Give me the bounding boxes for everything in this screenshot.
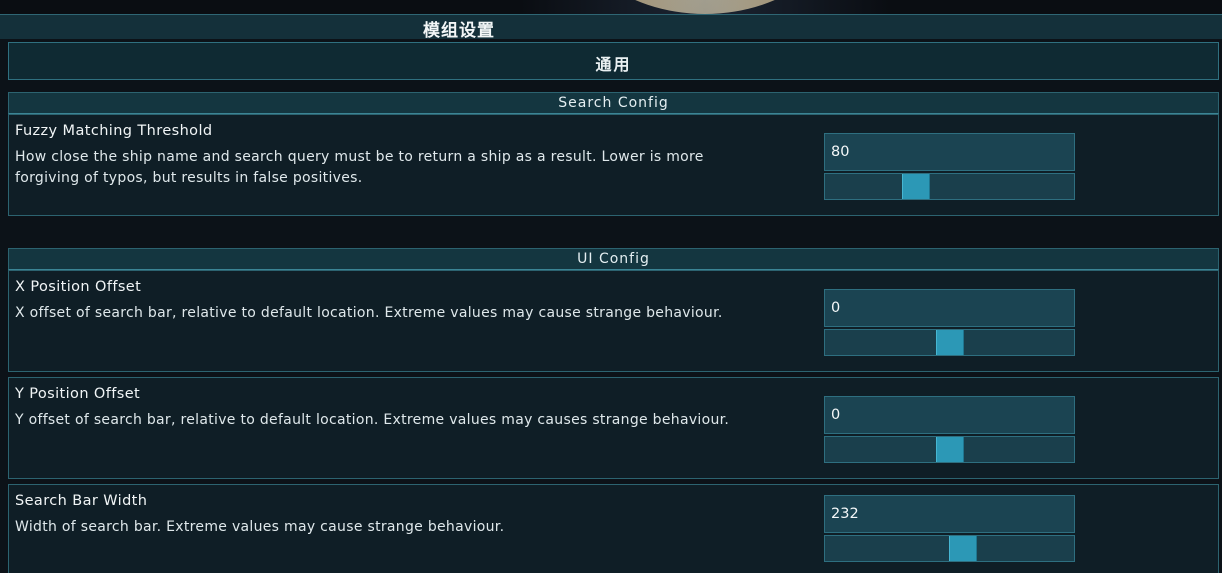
tab-general-label: 通用 — [595, 55, 632, 74]
slider-thumb[interactable] — [902, 174, 930, 199]
setting-title: Search Bar Width — [15, 493, 148, 509]
section-header-ui-config: UI Config — [8, 248, 1219, 270]
x-offset-input[interactable]: 0 — [824, 289, 1075, 327]
setting-y-position-offset: Y Position Offset Y offset of search bar… — [8, 377, 1219, 479]
y-offset-slider[interactable] — [824, 436, 1075, 463]
x-offset-slider[interactable] — [824, 329, 1075, 356]
fuzzy-threshold-slider[interactable] — [824, 173, 1075, 200]
setting-title: Fuzzy Matching Threshold — [15, 123, 213, 139]
window-title: 模组设置 — [423, 21, 495, 41]
slider-thumb[interactable] — [936, 330, 964, 355]
section-header-search-config: Search Config — [8, 92, 1219, 114]
planet-glow — [520, 0, 890, 14]
setting-description: X offset of search bar, relative to defa… — [15, 305, 723, 321]
search-bar-width-input[interactable]: 232 — [824, 495, 1075, 533]
setting-description: Y offset of search bar, relative to defa… — [15, 412, 730, 428]
mod-settings-screen: 模组设置 通用 Search Config Fuzzy Matching Thr… — [0, 0, 1222, 573]
y-offset-input[interactable]: 0 — [824, 396, 1075, 434]
setting-fuzzy-matching-threshold: Fuzzy Matching Threshold How close the s… — [8, 114, 1219, 216]
tab-general[interactable]: 通用 — [8, 42, 1219, 80]
setting-description: How close the ship name and search query… — [15, 149, 704, 186]
slider-thumb[interactable] — [949, 536, 977, 561]
fuzzy-threshold-input[interactable]: 80 — [824, 133, 1075, 171]
slider-thumb[interactable] — [936, 437, 964, 462]
setting-description: Width of search bar. Extreme values may … — [15, 519, 505, 535]
search-bar-width-slider[interactable] — [824, 535, 1075, 562]
setting-search-bar-width: Search Bar Width Width of search bar. Ex… — [8, 484, 1219, 573]
title-bar — [0, 14, 1222, 39]
setting-title: X Position Offset — [15, 279, 142, 295]
setting-title: Y Position Offset — [15, 386, 141, 402]
setting-x-position-offset: X Position Offset X offset of search bar… — [8, 270, 1219, 372]
